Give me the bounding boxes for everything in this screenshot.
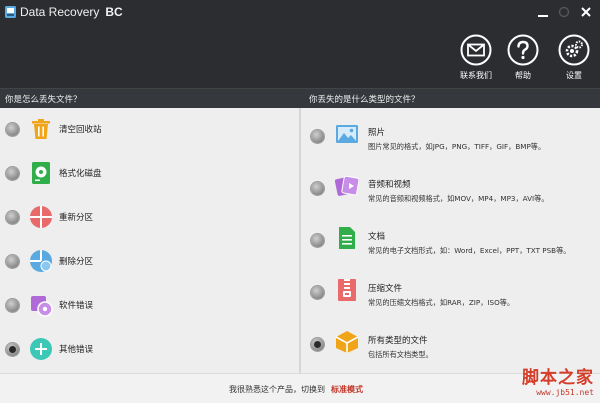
partition-icon <box>30 206 52 228</box>
loss-option-empty-recycle-bin[interactable]: 清空回收站 <box>0 110 299 150</box>
file-type-description: 常见的压缩文档格式，如RAR，ZIP，ISO等。 <box>368 298 515 307</box>
document-icon <box>339 227 355 249</box>
radio-button[interactable] <box>311 286 324 299</box>
file-type-title: 压缩文件 <box>368 284 403 294</box>
standard-mode-link[interactable]: 标准模式 <box>331 385 363 394</box>
close-icon[interactable] <box>578 4 594 20</box>
window-title-text: Data Recovery <box>20 5 100 19</box>
all-files-icon <box>335 331 359 353</box>
photo-icon <box>336 125 358 143</box>
radio-button[interactable] <box>6 211 19 224</box>
header-toolbar: 联系我们 帮助 设置 <box>0 26 600 88</box>
watermark-url: www.jb51.net <box>536 388 594 397</box>
loss-option-label: 软件错误 <box>59 301 94 311</box>
file-type-option-archive[interactable]: 压缩文件 常见的压缩文档格式，如RAR，ZIP，ISO等。 <box>301 268 600 320</box>
file-type-description: 常见的音频和视频格式，如MOV，MP4，MP3，AVI等。 <box>368 194 549 203</box>
app-logo-icon <box>5 6 16 18</box>
file-type-description: 图片常见的格式，如JPG，PNG，TIFF，GIF，BMP等。 <box>368 142 546 151</box>
radio-button[interactable] <box>6 167 19 180</box>
minimize-icon[interactable] <box>535 4 551 20</box>
section-header-strip: 你是怎么丢失文件？ 你丢失的是什么类型的文件？ <box>0 88 600 108</box>
radio-button[interactable] <box>311 234 324 247</box>
footer-prompt: 我很熟悉这个产品，切换到 <box>229 385 325 394</box>
loss-option-repartition[interactable]: 重新分区 <box>0 198 299 238</box>
loss-option-label: 其他错误 <box>59 345 94 355</box>
loss-option-label: 删除分区 <box>59 257 94 267</box>
contact-us-label: 联系我们 <box>460 71 492 80</box>
radio-button-selected[interactable] <box>311 338 324 351</box>
loss-option-other-error[interactable]: 其他错误 <box>0 330 299 370</box>
loss-option-label: 格式化磁盘 <box>59 169 102 179</box>
settings-button[interactable]: 设置 <box>552 34 596 81</box>
file-type-title: 音频和视频 <box>368 180 411 190</box>
software-error-icon <box>31 296 53 317</box>
file-type-description: 包括所有文档类型。 <box>368 350 433 359</box>
settings-label: 设置 <box>566 71 582 80</box>
footer-text: 我很熟悉这个产品，切换到 标准模式 <box>229 384 363 395</box>
trash-icon <box>32 119 50 139</box>
help-button[interactable]: 帮助 <box>501 34 545 81</box>
file-type-description: 常见的电子文档形式，如：Word，Excel，PPT，TXT PSB等。 <box>368 246 571 255</box>
file-type-option-audio-video[interactable]: 音频和视频 常见的音频和视频格式，如MOV，MP4，MP3，AVI等。 <box>301 164 600 216</box>
archive-icon <box>338 279 356 301</box>
disk-icon <box>32 162 50 184</box>
file-type-option-photo[interactable]: 照片 图片常见的格式，如JPG，PNG，TIFF，GIF，BMP等。 <box>301 112 600 164</box>
loss-reason-panel: 清空回收站 格式化磁盘 重新分区 删除分区 软件错误 其他错误 <box>0 108 299 373</box>
loss-option-label: 清空回收站 <box>59 125 102 135</box>
file-type-title: 照片 <box>368 128 386 138</box>
watermark-title: 脚本之家 <box>522 368 594 388</box>
radio-button[interactable] <box>6 255 19 268</box>
delete-partition-icon <box>30 250 52 272</box>
watermark: 脚本之家 www.jb51.net <box>522 363 594 397</box>
file-type-panel: 照片 图片常见的格式，如JPG，PNG，TIFF，GIF，BMP等。 音频和视频… <box>301 108 600 373</box>
window-title: Data Recovery BC <box>20 5 123 19</box>
gear-icon <box>558 34 590 66</box>
radio-button[interactable] <box>6 299 19 312</box>
left-panel-title: 你是怎么丢失文件？ <box>5 95 82 105</box>
file-type-title: 所有类型的文件 <box>368 336 428 346</box>
other-error-icon <box>30 338 52 360</box>
radio-button[interactable] <box>6 123 19 136</box>
loss-option-label: 重新分区 <box>59 213 94 223</box>
radio-button[interactable] <box>311 182 324 195</box>
mail-icon <box>460 34 492 66</box>
maximize-icon[interactable] <box>556 4 572 20</box>
loss-option-delete-partition[interactable]: 删除分区 <box>0 242 299 282</box>
title-bar: Data Recovery BC <box>0 0 600 26</box>
radio-button-selected[interactable] <box>6 343 19 356</box>
radio-button[interactable] <box>311 130 324 143</box>
loss-option-format-disk[interactable]: 格式化磁盘 <box>0 154 299 194</box>
footer: 我很熟悉这个产品，切换到 标准模式 <box>0 373 600 403</box>
help-icon <box>507 34 539 66</box>
loss-option-software-error[interactable]: 软件错误 <box>0 286 299 326</box>
file-type-option-document[interactable]: 文档 常见的电子文档形式，如：Word，Excel，PPT，TXT PSB等。 <box>301 216 600 268</box>
right-panel-title: 你丢失的是什么类型的文件？ <box>309 95 420 105</box>
contact-us-button[interactable]: 联系我们 <box>454 34 498 81</box>
media-icon <box>335 175 359 196</box>
help-label: 帮助 <box>515 71 531 80</box>
file-type-title: 文档 <box>368 232 386 242</box>
window-title-badge: BC <box>105 5 123 19</box>
